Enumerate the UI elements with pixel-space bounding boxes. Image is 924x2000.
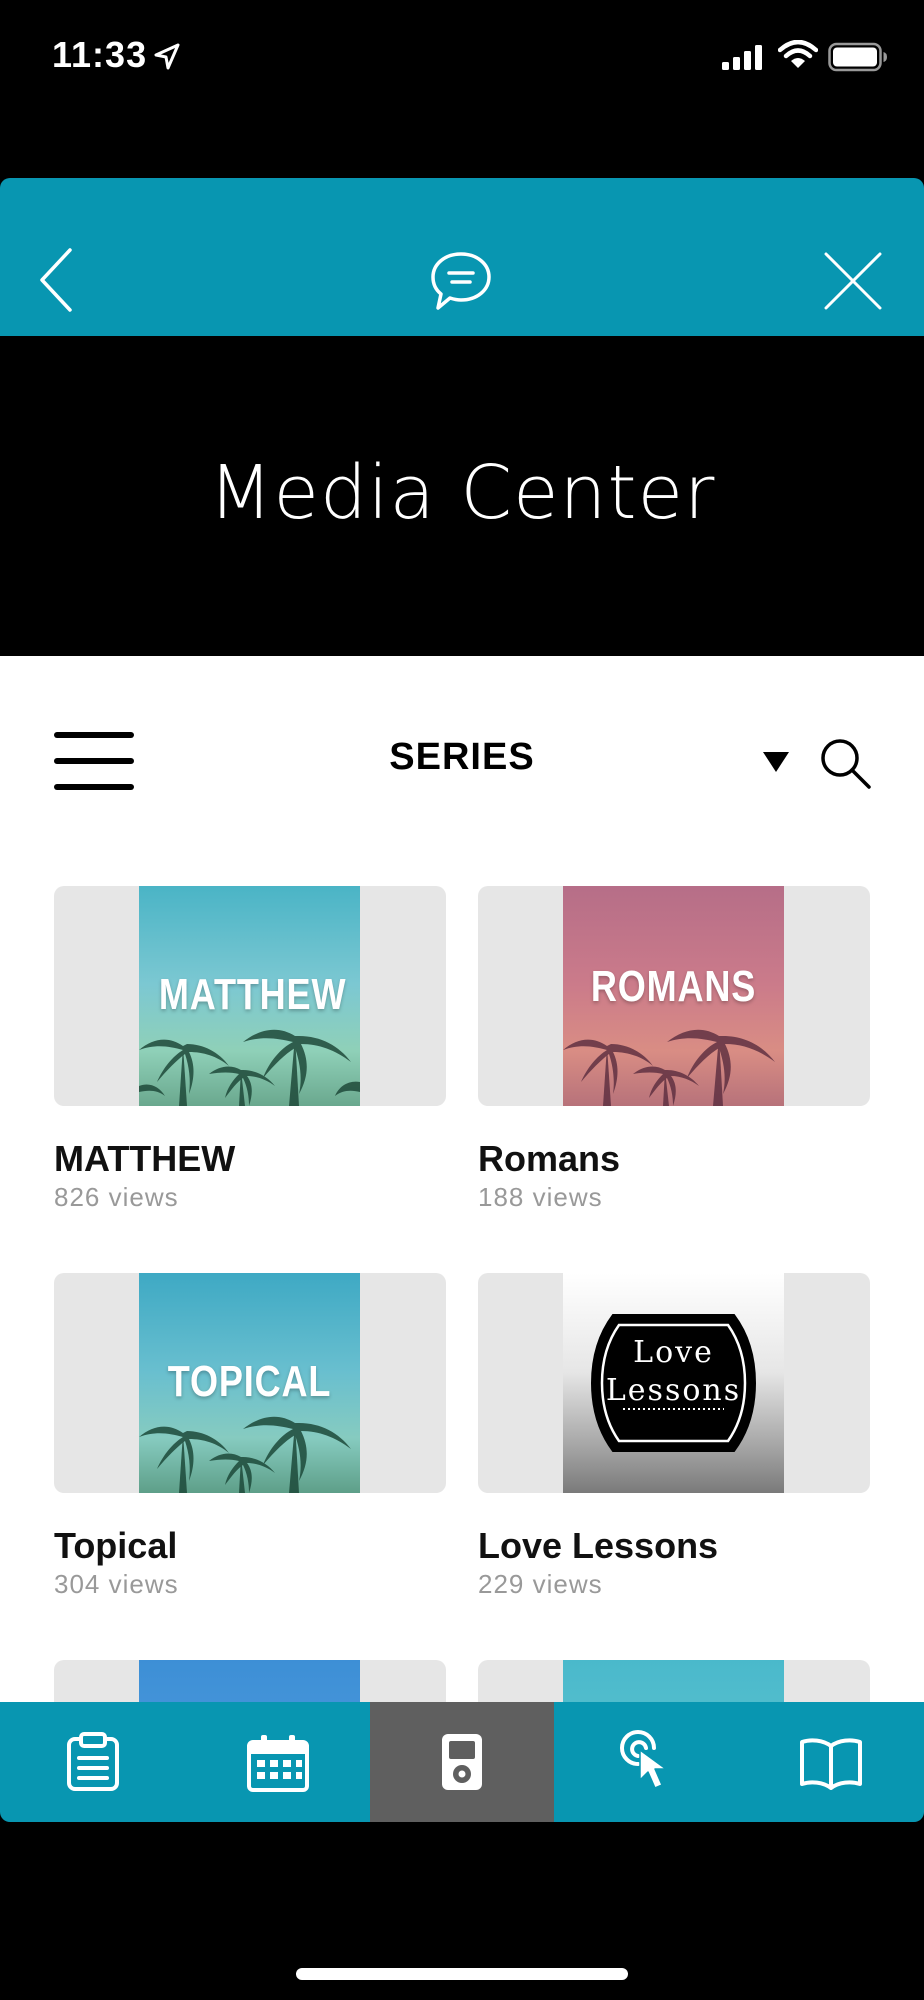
series-thumbnail[interactable]: MATTHEW [54, 886, 446, 1106]
series-artwork: Love Lessons [563, 1273, 784, 1493]
dropdown-caret-icon[interactable] [762, 750, 790, 774]
series-artwork: ROMANS [563, 886, 784, 1106]
series-title[interactable]: MATTHEW [54, 1138, 235, 1180]
battery-icon [828, 42, 887, 72]
tab-engage[interactable] [554, 1702, 738, 1822]
series-title[interactable]: Romans [478, 1138, 620, 1180]
status-bar: 11:33 [0, 0, 924, 120]
series-artwork: MATTHEW [139, 886, 360, 1106]
tab-calendar[interactable] [186, 1702, 370, 1822]
cellular-signal-icon [722, 45, 762, 70]
series-views: 826 views [54, 1182, 179, 1212]
series-thumbnail[interactable]: TOPICAL [54, 1273, 446, 1493]
series-artwork-text: MATTHEW [158, 970, 347, 1019]
tab-media[interactable] [370, 1702, 554, 1822]
series-thumbnail[interactable] [478, 1660, 870, 1702]
series-thumbnail[interactable]: ROMANS [478, 886, 870, 1106]
series-artwork: TOPICAL [139, 1273, 360, 1493]
wifi-icon [778, 40, 818, 68]
search-icon[interactable] [818, 736, 872, 790]
series-views: 304 views [54, 1569, 179, 1599]
series-title[interactable]: Love Lessons [478, 1525, 718, 1567]
tap-pointer-icon [620, 1730, 667, 1789]
series-title[interactable]: Topical [54, 1525, 177, 1567]
series-artwork [563, 1660, 784, 1702]
series-artwork [139, 1660, 360, 1702]
open-book-icon [800, 1738, 862, 1790]
series-content-area: MATTHEW MATTHEW 826 views ROMANS Romans … [0, 656, 924, 1702]
calendar-icon [247, 1735, 309, 1792]
series-artwork-text-line2: Lessons [605, 1373, 742, 1408]
status-time: 11:33 [52, 34, 148, 75]
page-title: Media Center [208, 450, 716, 536]
clipboard-icon [67, 1732, 119, 1791]
series-thumbnail[interactable] [54, 1660, 446, 1702]
series-views: 188 views [478, 1182, 603, 1212]
series-views: 229 views [478, 1569, 603, 1599]
chat-bubble-icon[interactable] [428, 248, 494, 314]
tab-clipboard[interactable] [0, 1702, 186, 1822]
home-indicator[interactable] [296, 1968, 628, 1980]
series-artwork-text-line1: Love [633, 1335, 714, 1370]
media-player-icon [442, 1734, 482, 1790]
series-artwork-text: ROMANS [590, 962, 757, 1011]
location-arrow-icon [154, 43, 180, 70]
back-chevron-icon[interactable] [36, 246, 76, 314]
bottom-tab-bar [0, 1702, 924, 1822]
series-artwork-text: TOPICAL [167, 1357, 332, 1406]
series-thumbnail[interactable]: Love Lessons [478, 1273, 870, 1493]
tab-bible[interactable] [738, 1702, 924, 1822]
close-icon[interactable] [822, 250, 884, 312]
